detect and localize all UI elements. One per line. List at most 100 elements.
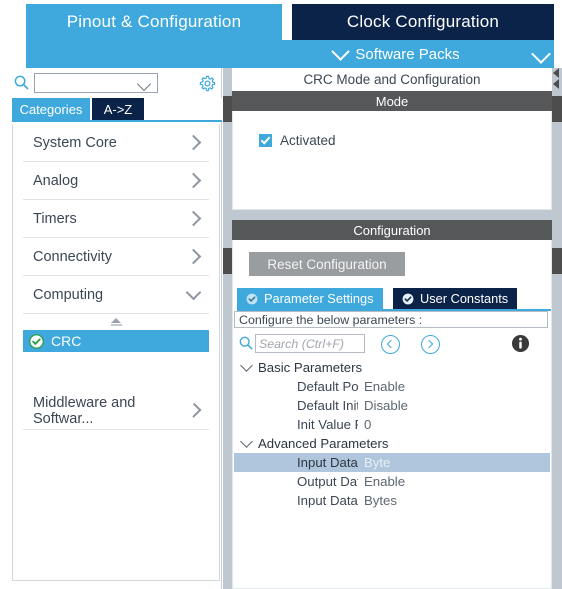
parameter-value[interactable]: Disable <box>358 398 550 413</box>
software-packs-toggle[interactable]: Software Packs <box>232 40 562 68</box>
configuration-section-header: Configuration <box>232 220 552 240</box>
chevron-right-icon <box>185 248 202 265</box>
splitter-grip[interactable] <box>552 248 562 274</box>
tab-parameter-settings-label: Parameter Settings <box>264 291 374 306</box>
table-row[interactable]: Default Init V... Disable <box>234 396 550 415</box>
splitter-grip[interactable] <box>552 96 562 122</box>
tab-categories-label: Categories <box>19 101 83 117</box>
sidebar-category-list: System Core Analog Timers Connectivity C… <box>12 124 220 581</box>
parameters-hint-label: Configure the below parameters : <box>239 312 423 327</box>
tab-user-constants[interactable]: User Constants <box>393 288 518 309</box>
configuration-section-label: Configuration <box>353 222 431 238</box>
check-circle-icon <box>29 333 44 349</box>
configuration-panel: CRC Mode and Configuration Mode Activate… <box>232 68 552 589</box>
parameter-name: Init Value For... <box>297 417 358 432</box>
table-row[interactable]: Init Value For... 0 <box>234 415 550 434</box>
reset-configuration-button[interactable]: Reset Configuration <box>249 252 405 276</box>
reset-configuration-label: Reset Configuration <box>267 256 387 272</box>
tab-clock-label: Clock Configuration <box>346 12 500 31</box>
configuration-tab-bar: Parameter Settings User Constants <box>233 288 551 311</box>
tree-group-label: Basic Parameters <box>258 360 363 375</box>
sidebar-search-row <box>0 68 222 98</box>
sidebar-item-label: Timers <box>33 210 77 227</box>
tab-user-constants-label: User Constants <box>420 291 509 306</box>
chevron-right-icon <box>185 172 202 189</box>
tab-a-to-z[interactable]: A->Z <box>92 98 144 120</box>
chevron-down-icon <box>240 435 253 448</box>
check-circle-icon <box>402 293 414 304</box>
table-row[interactable]: Default Polyn... Enable <box>234 377 550 396</box>
gear-icon[interactable] <box>198 74 217 93</box>
tab-parameter-settings[interactable]: Parameter Settings <box>237 288 383 309</box>
sidebar-item-label: Computing <box>33 286 104 303</box>
sidebar-item-label: Connectivity <box>33 248 112 265</box>
sidebar-item-label: Analog <box>33 172 79 189</box>
parameters-search-input[interactable]: Search (Ctrl+F) <box>255 334 365 353</box>
mode-section-label: Mode <box>375 93 409 109</box>
mode-section-header: Mode <box>232 91 552 111</box>
tree-group-advanced-parameters[interactable]: Advanced Parameters <box>234 434 550 453</box>
tree-group-basic-parameters[interactable]: Basic Parameters <box>234 358 550 377</box>
sidebar-item-label: CRC <box>51 333 82 349</box>
right-splitter[interactable] <box>552 68 562 589</box>
tab-pinout-label: Pinout & Configuration <box>66 12 242 31</box>
top-tab-bar: Pinout & Configuration Clock Configurati… <box>0 0 562 40</box>
sidebar-item-timers[interactable]: Timers <box>23 200 209 238</box>
collapse-panel-icon[interactable] <box>550 66 562 96</box>
configuration-section-body: Reset Configuration Parameter Settings U… <box>232 240 552 589</box>
sidebar-item-crc[interactable]: CRC <box>23 330 209 352</box>
left-sidebar: Categories A->Z System Core Analog Timer… <box>0 68 222 589</box>
scroll-indicator-bar <box>110 324 122 326</box>
parameter-value[interactable]: Enable <box>358 474 550 489</box>
chevron-right-icon <box>185 210 202 227</box>
parameter-value[interactable]: Enable <box>358 379 550 394</box>
chevron-down-icon <box>185 284 202 301</box>
sidebar-item-analog[interactable]: Analog <box>23 162 209 200</box>
parameters-toolbar: Search (Ctrl+F) <box>233 332 551 356</box>
parameter-name: Input Data Inv... <box>297 455 358 470</box>
info-icon[interactable] <box>511 334 530 353</box>
tab-clock-configuration[interactable]: Clock Configuration <box>292 4 554 40</box>
panel-splitter[interactable] <box>222 68 233 589</box>
tab-categories[interactable]: Categories <box>12 98 90 120</box>
parameters-tree: Basic Parameters Default Polyn... Enable… <box>234 358 550 587</box>
mode-section-body: Activated <box>232 111 552 210</box>
panel-title-label: CRC Mode and Configuration <box>303 72 481 87</box>
table-row[interactable]: Output Data I... Enable <box>234 472 550 491</box>
table-row[interactable]: Input Data Inv... Byte <box>234 453 550 472</box>
sidebar-item-computing[interactable]: Computing <box>23 276 209 314</box>
chevron-right-circle-icon[interactable] <box>421 335 440 354</box>
sidebar-item-connectivity[interactable]: Connectivity <box>23 238 209 276</box>
sidebar-item-label: Middleware and Softwar... <box>33 394 136 427</box>
sidebar-item-system-core[interactable]: System Core <box>23 124 209 162</box>
tab-pinout-and-configuration[interactable]: Pinout & Configuration <box>26 4 282 40</box>
section-divider <box>232 210 552 220</box>
sidebar-search-combobox[interactable] <box>34 73 158 93</box>
chevron-down-icon[interactable] <box>136 76 152 92</box>
parameter-name: Default Init V... <box>297 398 358 413</box>
parameter-name: Default Polyn... <box>297 379 358 394</box>
parameter-value[interactable]: Byte <box>358 455 550 470</box>
software-packs-label: Software Packs <box>355 45 460 63</box>
search-icon[interactable] <box>239 336 253 350</box>
search-icon[interactable] <box>14 75 29 90</box>
check-circle-icon <box>246 293 258 304</box>
sidebar-view-tabs: Categories A->Z <box>0 98 222 122</box>
peripheral-scroll-up-indicator[interactable] <box>13 314 219 330</box>
panel-title: CRC Mode and Configuration <box>232 68 552 91</box>
parameters-hint: Configure the below parameters : <box>234 311 548 328</box>
parameter-name: Input Data Fo... <box>297 493 358 508</box>
sidebar-item-middleware-and-software[interactable]: Middleware and Softwar... <box>23 392 209 430</box>
triangle-up-icon <box>110 318 121 323</box>
parameter-value[interactable]: 0 <box>358 417 550 432</box>
activated-checkbox-row[interactable]: Activated <box>259 133 336 148</box>
stm32cubemx-window: Pinout & Configuration Clock Configurati… <box>0 0 562 589</box>
chevron-down-icon <box>331 41 351 61</box>
parameter-value[interactable]: Bytes <box>358 493 550 508</box>
table-row[interactable]: Input Data Fo... Bytes <box>234 491 550 510</box>
activated-checkbox[interactable] <box>259 134 272 147</box>
sidebar-tabs-underline <box>12 120 222 122</box>
chevron-left-circle-icon[interactable] <box>381 335 400 354</box>
parameter-name: Output Data I... <box>297 474 358 489</box>
